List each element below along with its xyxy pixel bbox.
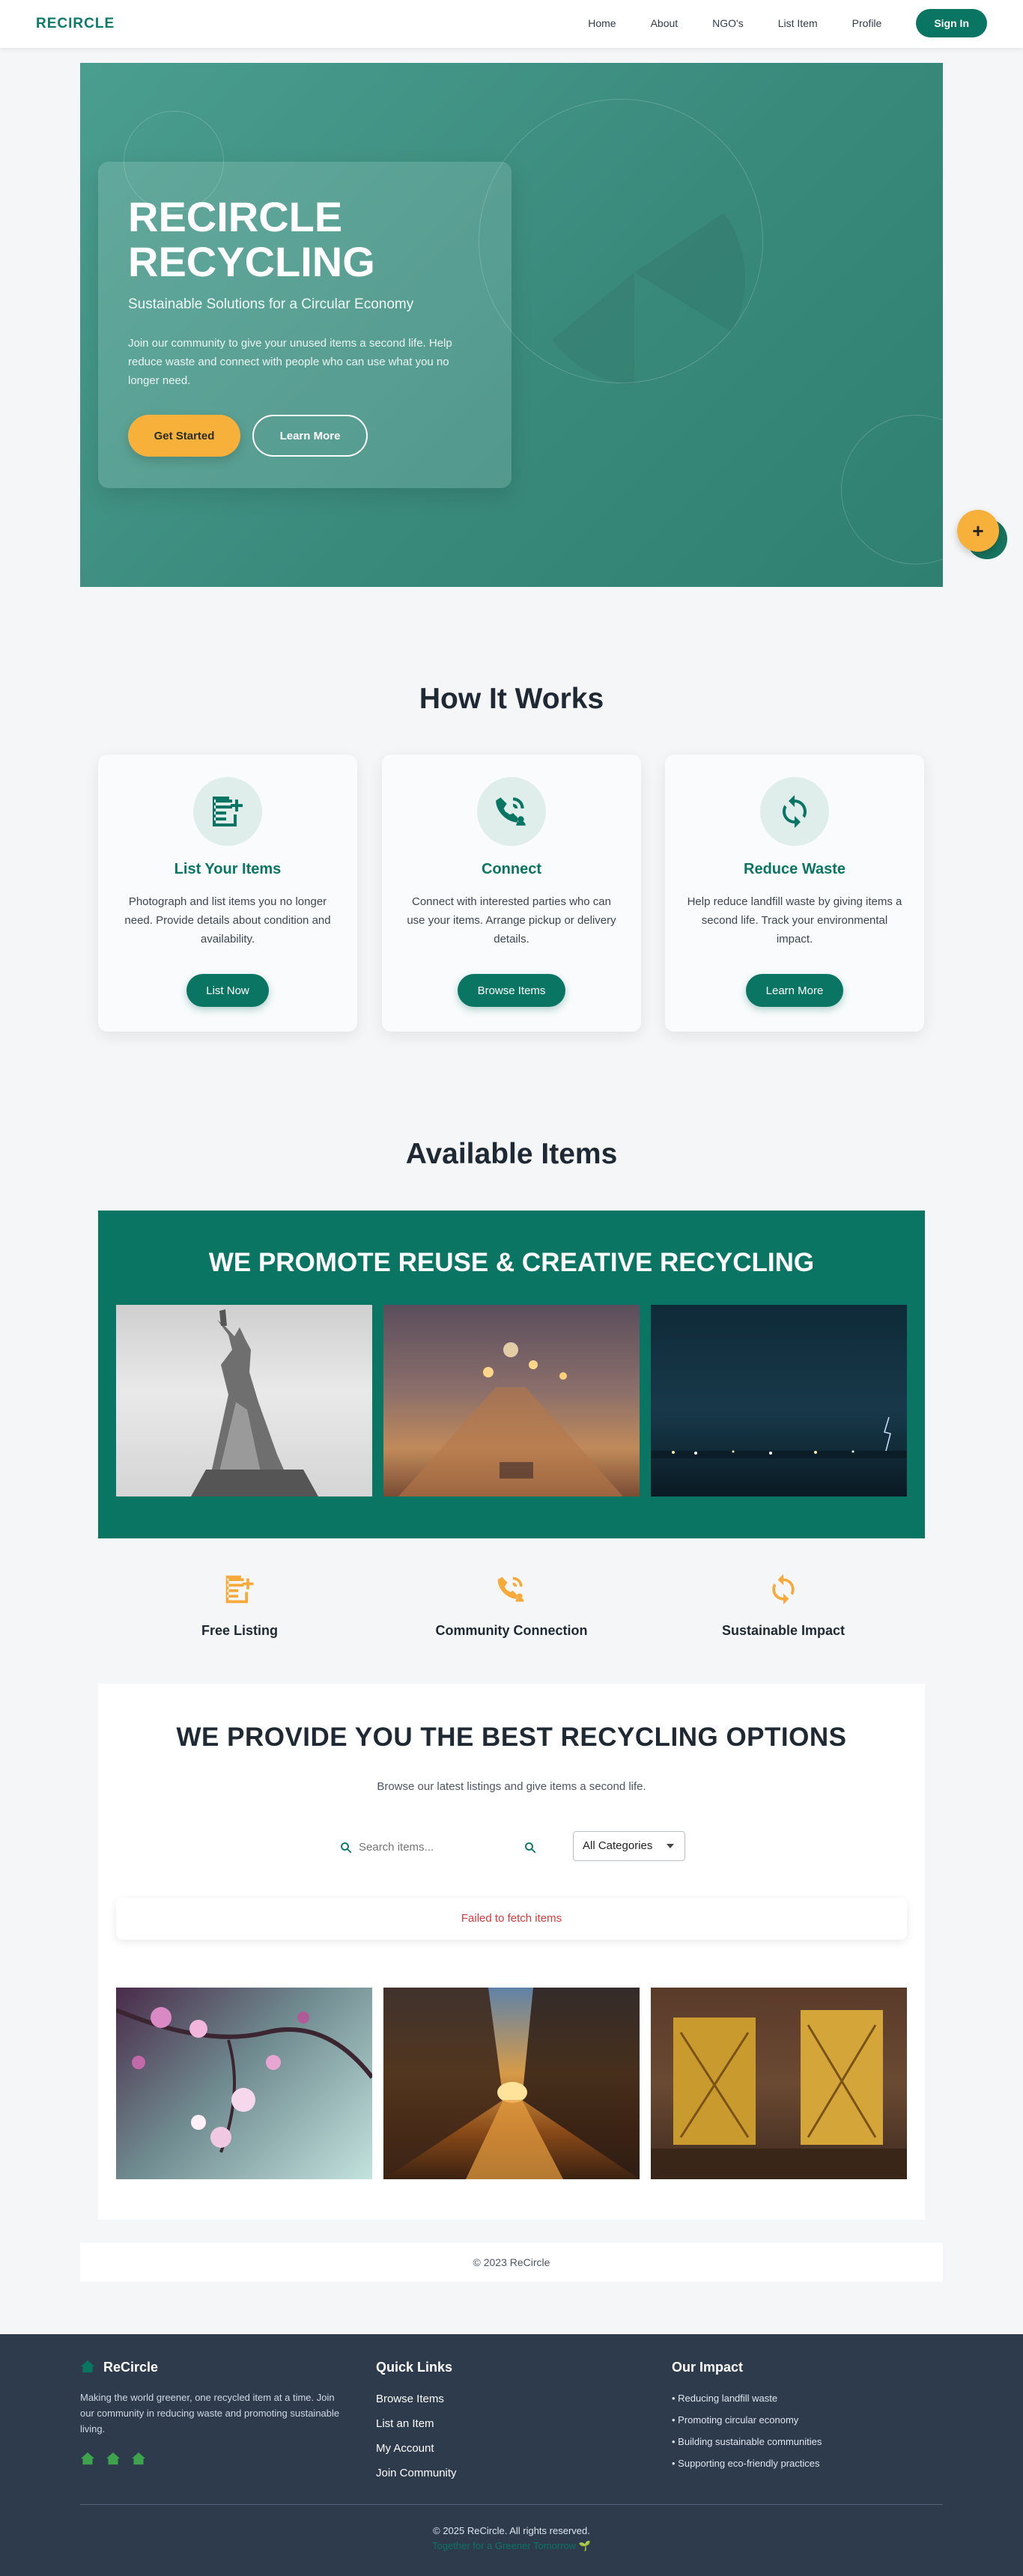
footer-brand: ReCircle — [103, 2360, 159, 2375]
add-fab-button[interactable]: + — [957, 510, 999, 552]
footer-about: Making the world greener, one recycled i… — [80, 2392, 340, 2435]
nav-link-about[interactable]: About — [651, 17, 679, 29]
connect-icon — [477, 777, 546, 846]
promo-banner: WE PROMOTE REUSE & CREATIVE RECYCLING — [98, 1211, 925, 1538]
category-select-value: All Categories — [583, 1839, 653, 1852]
how-card-title: Reduce Waste — [744, 861, 846, 877]
top-navbar: RECIRCLE Home About NGO's List Item Prof… — [0, 0, 1023, 48]
how-card-title: List Your Items — [174, 861, 282, 877]
feature-sustainable-impact: Sustainable Impact — [671, 1572, 896, 1639]
list-add-icon — [222, 1572, 257, 1607]
available-items-title: Available Items — [405, 1138, 618, 1170]
eco-home-icon[interactable] — [80, 2452, 95, 2465]
hero-description: Join our community to give your unused i… — [128, 337, 452, 387]
nav-link-ngos[interactable]: NGO's — [712, 17, 744, 29]
connect-icon — [494, 1572, 529, 1607]
how-it-works-title: How It Works — [419, 683, 604, 715]
recycle-icon — [760, 777, 829, 846]
browse-items-button[interactable]: Browse Items — [458, 974, 565, 1007]
learn-more-card-button[interactable]: Learn More — [746, 974, 843, 1007]
nav-link-home[interactable]: Home — [588, 17, 616, 29]
list-now-button[interactable]: List Now — [186, 974, 269, 1007]
footer-link-browse-items[interactable]: Browse Items — [376, 2393, 444, 2405]
how-card-title: Connect — [482, 861, 541, 877]
brick-wall-windows-photo[interactable] — [651, 1988, 907, 2179]
impact-item: • Promoting circular economy — [672, 2414, 799, 2426]
brand-logo[interactable]: RECIRCLE — [36, 16, 115, 32]
search-submit-icon[interactable] — [523, 1841, 537, 1854]
sunset-alley-photo[interactable] — [383, 1988, 640, 2179]
footer-link-list-an-item[interactable]: List an Item — [376, 2417, 434, 2430]
eco-home-icon[interactable] — [131, 2452, 146, 2465]
decorative-wedge — [552, 213, 746, 385]
recycling-options-section: WE PROVIDE YOU THE BEST RECYCLING OPTION… — [98, 1684, 925, 2220]
search-bar — [339, 1833, 541, 1860]
footer-link-my-account[interactable]: My Account — [376, 2442, 434, 2455]
feature-label: Free Listing — [201, 1623, 278, 1638]
footer-divider — [80, 2504, 943, 2505]
how-card-reduce: Reduce Waste Help reduce landfill waste … — [665, 755, 924, 1032]
sign-in-button[interactable]: Sign In — [916, 9, 987, 37]
get-started-button[interactable]: Get Started — [128, 415, 240, 457]
feature-community-connection: Community Connection — [399, 1572, 624, 1639]
learn-more-button[interactable]: Learn More — [252, 415, 368, 457]
eco-home-icon[interactable] — [106, 2452, 121, 2465]
how-card-list: List Your Items Photograph and list item… — [98, 755, 357, 1032]
foggy-street-photo[interactable] — [383, 1305, 640, 1496]
how-card-description: Photograph and list items you no longer … — [124, 895, 331, 946]
hero-title: RECIRCLE RECYCLING — [128, 193, 375, 285]
footer-copyright: © 2025 ReCircle. All rights reserved. — [433, 2525, 590, 2536]
quick-links-title: Quick Links — [376, 2360, 453, 2375]
category-select[interactable]: All Categories — [573, 1831, 685, 1861]
search-input[interactable] — [359, 1838, 516, 1856]
decorative-ring — [841, 415, 943, 564]
impact-item: • Building sustainable communities — [672, 2436, 822, 2447]
options-title: WE PROVIDE YOU THE BEST RECYCLING OPTION… — [176, 1723, 847, 1752]
night-coast-photo[interactable] — [651, 1305, 907, 1496]
how-card-description: Help reduce landfill waste by giving ite… — [687, 895, 902, 946]
impact-item: • Reducing landfill waste — [672, 2393, 778, 2404]
feature-free-listing: Free Listing — [127, 1572, 352, 1639]
statue-of-liberty-photo[interactable] — [116, 1305, 372, 1496]
recycle-icon — [766, 1572, 801, 1607]
footer-link-join-community[interactable]: Join Community — [376, 2467, 457, 2479]
copyright-bar: © 2023 ReCircle — [80, 2243, 943, 2282]
nav-link-profile[interactable]: Profile — [852, 17, 882, 29]
hero-banner: RECIRCLE RECYCLING Sustainable Solutions… — [80, 63, 943, 587]
home-leaf-icon — [81, 2360, 94, 2373]
footer-tagline: Together for a Greener Tomorrow 🌱 — [432, 2540, 591, 2551]
hero-card: RECIRCLE RECYCLING Sustainable Solutions… — [98, 162, 511, 488]
our-impact-title: Our Impact — [672, 2360, 744, 2375]
chevron-down-icon — [667, 1844, 674, 1848]
how-card-connect: Connect Connect with interested parties … — [382, 755, 641, 1032]
hero-subtitle: Sustainable Solutions for a Circular Eco… — [128, 296, 414, 312]
options-subtitle: Browse our latest listings and give item… — [377, 1780, 646, 1793]
cherry-blossom-photo[interactable] — [116, 1988, 372, 2179]
error-message: Failed to fetch items — [116, 1898, 907, 1940]
feature-label: Community Connection — [435, 1623, 588, 1638]
nav-link-list-item[interactable]: List Item — [778, 17, 818, 29]
promo-title: WE PROMOTE REUSE & CREATIVE RECYCLING — [208, 1248, 815, 1277]
nav-links: Home About NGO's List Item Profile Sign … — [588, 9, 987, 37]
impact-item: • Supporting eco-friendly practices — [672, 2458, 820, 2469]
feature-label: Sustainable Impact — [721, 1623, 846, 1638]
how-card-description: Connect with interested parties who can … — [407, 895, 616, 946]
list-add-icon — [193, 777, 262, 846]
search-icon — [341, 1842, 352, 1854]
